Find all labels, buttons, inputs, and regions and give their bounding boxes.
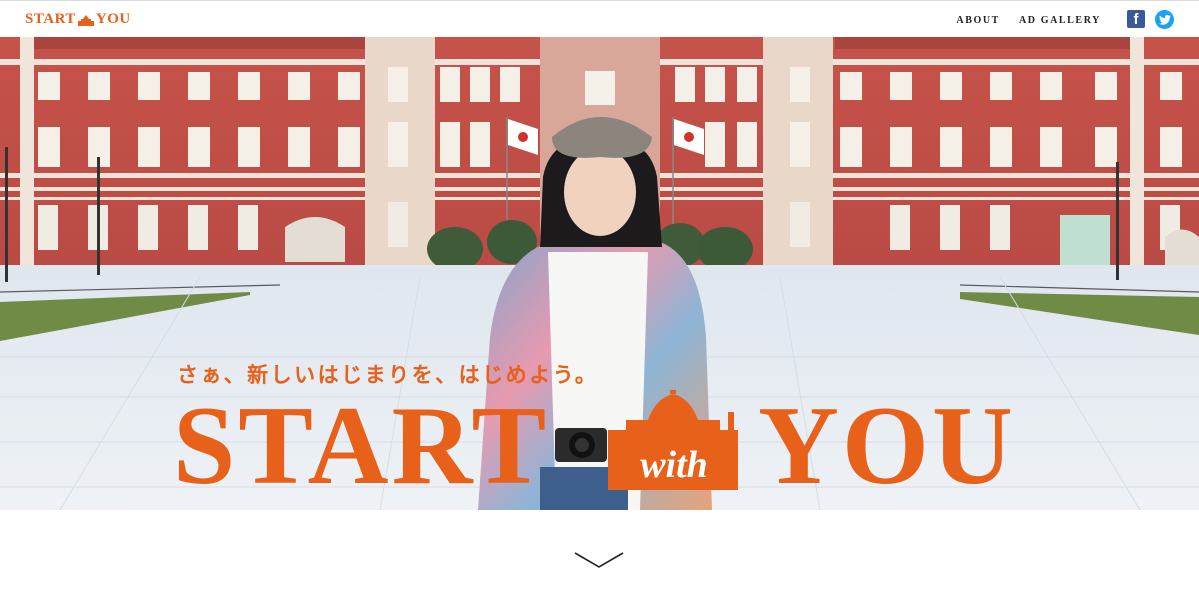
site-header: START YOU ABOUT AD GALLERY f — [0, 0, 1199, 37]
hero-title-start: START — [173, 384, 550, 508]
logo-text-start: START — [25, 11, 76, 27]
scroll-down-chevron-icon[interactable] — [573, 550, 625, 570]
hero-title-with: with — [640, 444, 708, 486]
twitter-icon[interactable] — [1155, 10, 1174, 29]
facebook-glyph: f — [1133, 10, 1139, 28]
facebook-icon[interactable]: f — [1127, 10, 1145, 28]
station-logo-icon — [77, 14, 94, 26]
logo-text-you: YOU — [95, 11, 131, 27]
main-nav: ABOUT AD GALLERY — [956, 15, 1101, 26]
nav-about-link[interactable]: ABOUT — [956, 15, 1000, 26]
hero-title-you: YOU — [758, 384, 1016, 508]
nav-ad-gallery-link[interactable]: AD GALLERY — [1019, 15, 1101, 26]
site-logo[interactable]: START YOU — [25, 11, 131, 28]
twitter-bird-icon — [1158, 14, 1171, 25]
